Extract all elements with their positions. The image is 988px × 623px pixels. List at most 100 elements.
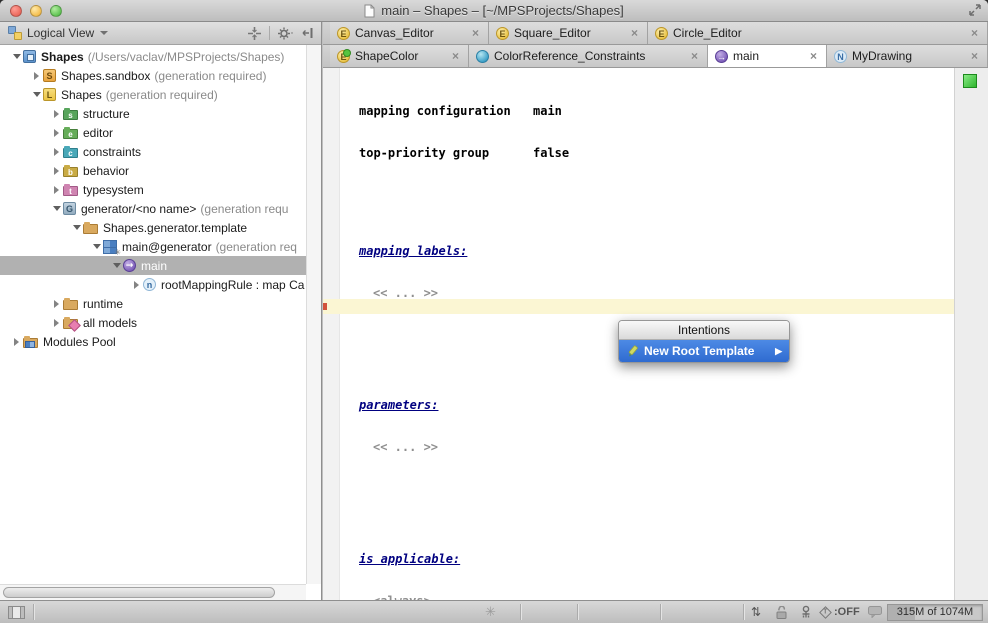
statusbar-separator — [33, 604, 34, 620]
placeholder-cell[interactable]: << ... >> — [359, 286, 597, 300]
hector-icon — [799, 605, 813, 620]
tree-vertical-scrollbar[interactable] — [306, 45, 321, 584]
config-name-cell[interactable]: main — [533, 104, 562, 118]
close-icon[interactable]: × — [808, 50, 819, 62]
line-separator-widget[interactable]: ⇅ — [751, 601, 761, 623]
tree-item-structure[interactable]: structure — [0, 104, 306, 123]
title-bar[interactable]: main – Shapes – [~/MPSProjects/Shapes] — [0, 0, 988, 22]
tree-item-constraints[interactable]: constraints — [0, 142, 306, 161]
tab-circle-editor[interactable]: E Circle_Editor × — [648, 22, 988, 44]
memory-indicator[interactable]: 315M of 1074M — [887, 604, 983, 621]
section-mapping-labels: mapping labels: << ... >> — [359, 216, 597, 328]
lock-widget[interactable] — [776, 601, 787, 623]
tree-item-shapes-sandbox[interactable]: S Shapes.sandbox (generation required) — [0, 66, 306, 85]
tree-horizontal-scrollbar[interactable] — [0, 584, 306, 600]
mps-editor[interactable]: mapping configuration main top-priority … — [323, 68, 988, 600]
chevron-right-icon[interactable] — [50, 300, 63, 308]
window-title: main – Shapes – [~/MPSProjects/Shapes] — [381, 3, 623, 18]
statusbar-separator — [660, 604, 661, 620]
chevron-down-icon[interactable] — [70, 225, 83, 230]
chevron-right-icon[interactable] — [50, 167, 63, 175]
tab-shapecolor[interactable]: E ShapeColor × — [330, 45, 469, 67]
chevron-right-icon[interactable] — [10, 338, 23, 346]
chevron-down-icon[interactable] — [90, 244, 103, 249]
top-priority-cell[interactable]: false — [533, 146, 569, 160]
folder-icon — [83, 224, 98, 234]
chevron-right-icon[interactable] — [50, 319, 63, 327]
new-root-template-menu-item[interactable]: New Root Template ▶ — [619, 340, 789, 362]
close-icon[interactable]: × — [969, 27, 980, 39]
tree-item-runtime[interactable]: runtime — [0, 294, 306, 313]
tab-mydrawing[interactable]: N MyDrawing × — [827, 45, 988, 67]
tree-item-modules-pool[interactable]: Modules Pool — [0, 332, 306, 351]
readonly-toggle-widget[interactable]: T :OFF — [821, 601, 860, 623]
tree-item-project-shapes[interactable]: Shapes (/Users/vaclav/MPSProjects/Shapes… — [0, 47, 306, 66]
background-process-icon: ✳ — [485, 601, 496, 623]
window-title-wrap: main – Shapes – [~/MPSProjects/Shapes] — [0, 3, 988, 18]
panels-toggle-icon — [8, 606, 25, 619]
statusbar-separator — [577, 604, 578, 620]
chevron-right-icon[interactable] — [50, 129, 63, 137]
tree-item-root-mapping-rule[interactable]: n rootMappingRule : map Ca — [0, 275, 306, 294]
close-icon[interactable]: × — [629, 27, 640, 39]
tree-item-behavior[interactable]: behavior — [0, 161, 306, 180]
chevron-right-icon[interactable] — [50, 148, 63, 156]
chevron-right-icon[interactable] — [50, 186, 63, 194]
inspection-status-indicator[interactable] — [963, 74, 977, 88]
placeholder-cell[interactable]: <always> — [359, 594, 597, 600]
tree-item-typesystem[interactable]: typesystem — [0, 180, 306, 199]
close-icon[interactable]: × — [689, 50, 700, 62]
tab-row-2: E ShapeColor × ColorReference_Constraint… — [323, 45, 988, 68]
editor-concept-modified-icon: E — [337, 50, 350, 63]
top-priority-line[interactable]: top-priority group false — [359, 146, 597, 160]
close-icon[interactable]: × — [450, 50, 461, 62]
constraints-folder-icon — [63, 148, 78, 158]
hector-inspector-widget[interactable] — [799, 601, 813, 623]
event-log-widget[interactable] — [868, 601, 882, 623]
placeholder-cell[interactable]: << ... >> — [359, 440, 597, 454]
tree-item-shapes-language[interactable]: L Shapes (generation required) — [0, 85, 306, 104]
editor-folder-icon — [63, 129, 78, 139]
tree-item-main-generator[interactable]: main@generator (generation req — [0, 237, 306, 256]
folder-icon — [63, 300, 78, 310]
chevron-down-icon[interactable] — [100, 31, 108, 35]
node-concept-icon: N — [834, 50, 847, 63]
close-icon[interactable]: × — [470, 27, 481, 39]
tab-square-editor[interactable]: E Square_Editor × — [489, 22, 648, 44]
chevron-down-icon[interactable] — [50, 206, 63, 211]
tab-canvas-editor[interactable]: E Canvas_Editor × — [330, 22, 489, 44]
tree-item-editor[interactable]: editor — [0, 123, 306, 142]
project-panel-header: Logical View — [0, 22, 321, 45]
chevron-right-icon[interactable] — [50, 110, 63, 118]
editor-gutter — [323, 68, 340, 600]
solution-icon: S — [43, 69, 56, 82]
tab-colorreference-constraints[interactable]: ColorReference_Constraints × — [469, 45, 708, 67]
tab-main-active[interactable]: → main × — [708, 45, 827, 67]
collapse-all-icon[interactable] — [248, 27, 261, 40]
editor-scrollbar[interactable] — [954, 68, 988, 600]
gear-settings-icon[interactable] — [278, 27, 294, 40]
view-selector[interactable]: Logical View — [27, 26, 94, 40]
tree-item-main-selected[interactable]: → main — [0, 256, 306, 275]
chevron-right-icon[interactable] — [130, 281, 143, 289]
toggle-toolwindows-button[interactable] — [8, 601, 25, 623]
modules-pool-folder-icon — [23, 338, 38, 348]
tree-item-generator-template[interactable]: Shapes.generator.template — [0, 218, 306, 237]
scrollbar-thumb[interactable] — [3, 587, 275, 598]
mps-window: main – Shapes – [~/MPSProjects/Shapes] L… — [0, 0, 988, 623]
editor-area: E Canvas_Editor × E Square_Editor × E Ci… — [323, 22, 988, 600]
close-icon[interactable]: × — [969, 50, 980, 62]
tree-item-generator[interactable]: G generator/<no name> (generation requ — [0, 199, 306, 218]
chevron-right-icon[interactable] — [30, 72, 43, 80]
mapping-configuration-line[interactable]: mapping configuration main — [359, 104, 597, 118]
resize-icon[interactable] — [968, 3, 982, 17]
hide-panel-icon[interactable] — [302, 27, 313, 39]
chevron-down-icon[interactable] — [110, 263, 123, 268]
editor-concept-icon: E — [655, 27, 668, 40]
line-marker — [323, 303, 327, 310]
intention-bulb-icon — [626, 345, 638, 357]
chevron-down-icon[interactable] — [10, 54, 23, 59]
project-tree: Shapes (/Users/vaclav/MPSProjects/Shapes… — [0, 45, 306, 584]
tree-item-all-models[interactable]: all models — [0, 313, 306, 332]
chevron-down-icon[interactable] — [30, 92, 43, 97]
